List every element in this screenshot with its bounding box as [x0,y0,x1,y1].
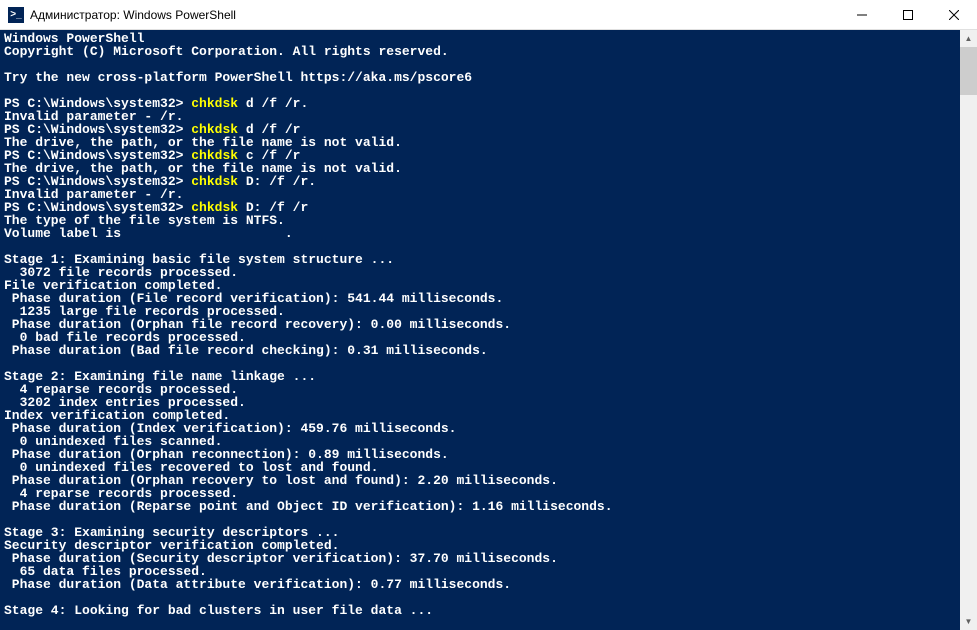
minimize-button[interactable] [839,0,885,29]
scroll-up-button[interactable]: ▲ [960,30,977,47]
powershell-icon: >_ [8,7,24,23]
close-button[interactable] [931,0,977,29]
window-title: Администратор: Windows PowerShell [30,8,839,22]
scroll-down-button[interactable]: ▼ [960,613,977,630]
maximize-button[interactable] [885,0,931,29]
scrollbar-thumb[interactable] [960,47,977,95]
terminal-container: Windows PowerShell Copyright (C) Microso… [0,30,977,630]
window-controls [839,0,977,29]
terminal-output[interactable]: Windows PowerShell Copyright (C) Microso… [0,30,960,630]
scrollbar[interactable]: ▲ ▼ [960,30,977,630]
window-titlebar: >_ Администратор: Windows PowerShell [0,0,977,30]
